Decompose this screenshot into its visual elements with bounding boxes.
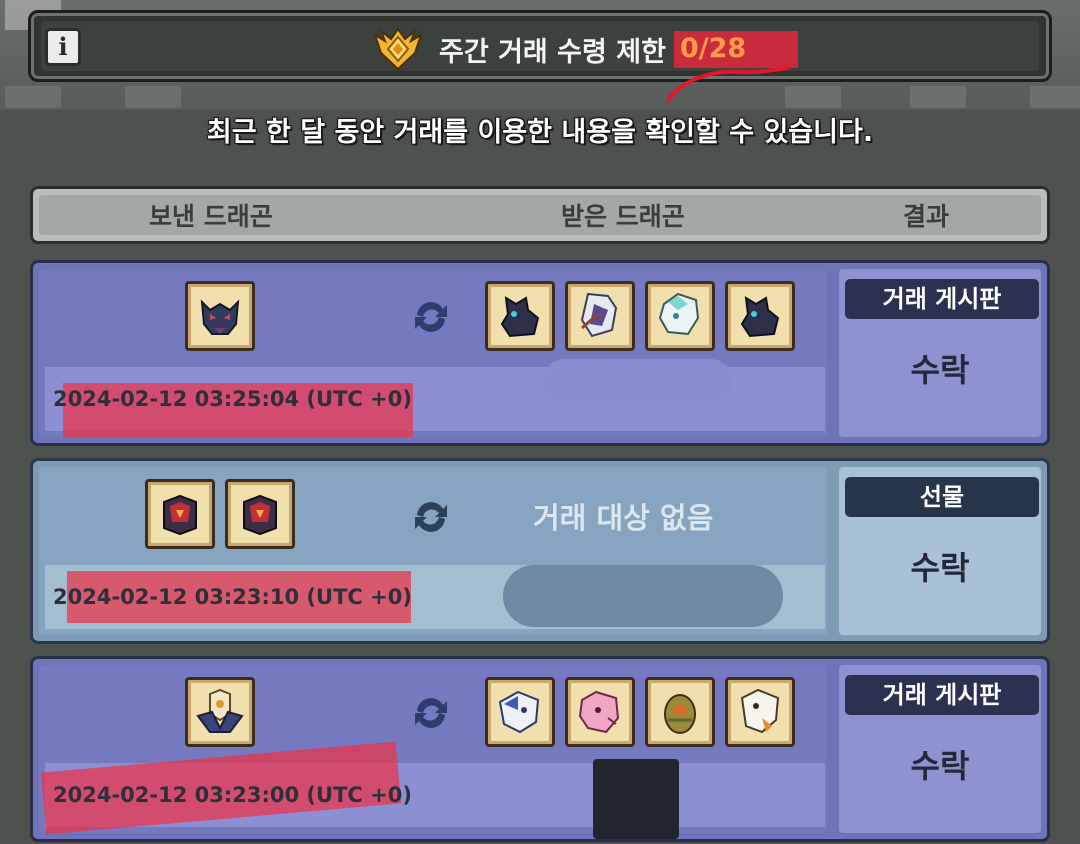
red-annotation-scribble [666,66,790,102]
trade-status: 수락 [910,549,970,587]
background-tile [125,86,181,108]
trade-status: 수락 [910,747,970,785]
redaction-blur [543,359,733,403]
weekly-limit-header: i 주간 거래 수령 제한 0/28 [28,10,1052,82]
gold-medal-icon [373,27,423,71]
trade-type-badge: 선물 [845,477,1039,517]
background-tile [1030,86,1080,108]
black-dragon-icon[interactable] [485,281,555,351]
black-dragon-icon[interactable] [725,281,795,351]
dark-dragon-head-icon[interactable] [185,281,255,351]
trade-row[interactable]: 2024-02-12 03:23:10 (UTC +0) 거래 대상 없음 선물… [30,458,1050,644]
column-sent-dragon: 보낸 드래곤 [149,202,273,231]
redaction-blur [593,759,679,839]
background-tile [910,86,966,108]
history-description: 최근 한 달 동안 거래를 이용한 내용을 확인할 수 있습니다. [206,117,874,148]
trade-result-panel: 거래 게시판 수락 [839,665,1041,833]
weekly-limit-count: 0/28 [673,30,799,68]
trade-date: 2024-02-12 03:25:04 (UTC +0) [53,387,412,411]
cyan-white-dragon-icon[interactable] [645,281,715,351]
trade-type-badge: 거래 게시판 [845,675,1039,715]
no-trade-target-label: 거래 대상 없음 [533,501,714,535]
exchange-arrows-icon [415,698,447,728]
trade-result-panel: 선물 수락 [839,467,1041,635]
trade-row[interactable]: 2024-02-12 03:25:04 (UTC +0) 거래 게시판 수락 [30,260,1050,446]
info-icon[interactable]: i [45,28,81,66]
trade-date: 2024-02-12 03:23:00 (UTC +0) [53,783,412,807]
redaction-blur [503,565,783,627]
column-received-dragon: 받은 드래곤 [561,202,685,231]
exchange-arrows-icon [415,302,447,332]
dragon-egg-icon[interactable] [645,677,715,747]
background-tile [5,86,61,108]
white-rider-dragon-icon[interactable] [565,281,635,351]
winged-egg-dragon-icon[interactable] [185,677,255,747]
trade-result-panel: 거래 게시판 수락 [839,269,1041,437]
exchange-arrows-icon [415,502,447,532]
crimson-armor-dragon-icon[interactable] [145,479,215,549]
trade-table-header: 보낸 드래곤 받은 드래곤 결과 [30,186,1050,244]
crimson-armor-dragon-icon[interactable] [225,479,295,549]
pink-dragon-icon[interactable] [565,677,635,747]
column-result: 결과 [903,202,950,231]
trade-type-badge: 거래 게시판 [845,279,1039,319]
trade-status: 수락 [910,351,970,389]
blue-white-dragon-icon[interactable] [485,677,555,747]
white-orange-dragon-icon[interactable] [725,677,795,747]
trade-row[interactable]: 2024-02-12 03:23:00 (UTC +0) 거래 게시판 수락 [30,656,1050,842]
trade-date: 2024-02-12 03:23:10 (UTC +0) [53,585,412,609]
weekly-limit-title: 주간 거래 수령 제한 [439,36,666,68]
